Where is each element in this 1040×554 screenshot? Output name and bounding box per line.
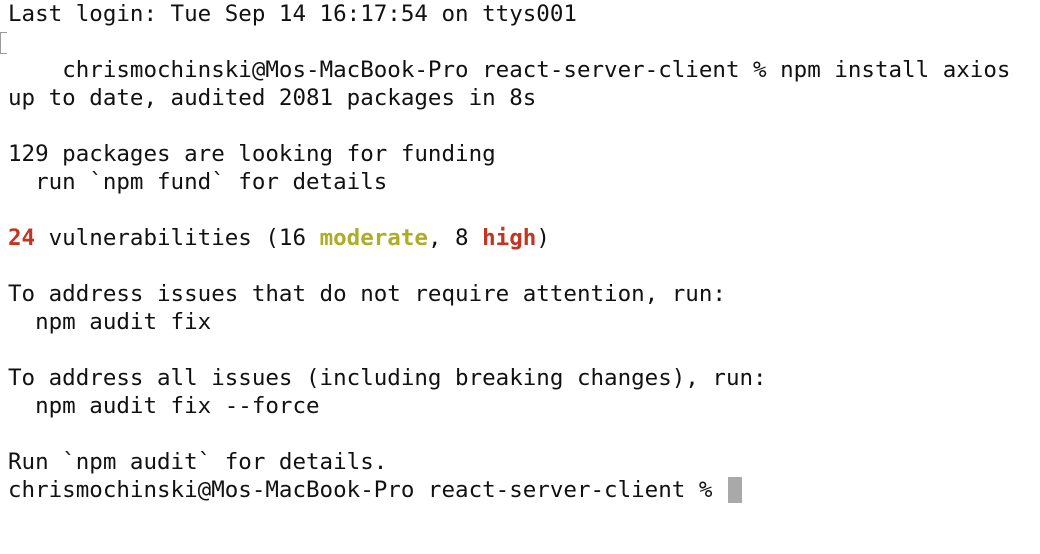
command-marker [0,32,7,54]
moderate-label: moderate [319,225,428,251]
funding-line: 129 packages are looking for funding [8,141,496,167]
audit-fix-command: npm audit fix [8,309,212,335]
address-all-line: To address all issues (including breakin… [8,365,767,391]
run-audit-line: Run `npm audit` for details. [8,449,388,475]
terminal-window[interactable]: Last login: Tue Sep 14 16:17:54 on ttys0… [0,0,1028,554]
final-prompt-line[interactable]: chrismochinski@Mos-MacBook-Pro react-ser… [8,476,1028,504]
last-login-line: Last login: Tue Sep 14 16:17:54 on ttys0… [8,1,577,27]
vulnerability-text: vulnerabilities (16 [35,225,320,251]
address-no-attention-line: To address issues that do not require at… [8,281,726,307]
vulnerability-count: 24 [8,225,36,251]
high-label: high [482,225,537,251]
fund-hint-line: run `npm fund` for details [8,169,388,195]
command-line: chrismochinski@Mos-MacBook-Pro react-ser… [0,28,1028,83]
vulnerability-text-mid: , 8 [427,225,483,251]
terminal-cursor[interactable] [727,476,742,503]
up-to-date-line: up to date, audited 2081 packages in 8s [8,85,537,111]
audit-fix-force-command: npm audit fix --force [8,393,320,419]
final-prompt-text: chrismochinski@Mos-MacBook-Pro react-ser… [8,477,726,503]
vulnerability-text-end: ) [536,225,550,251]
vulnerabilities-line: 24 vulnerabilities (16 moderate, 8 high) [8,224,1028,252]
